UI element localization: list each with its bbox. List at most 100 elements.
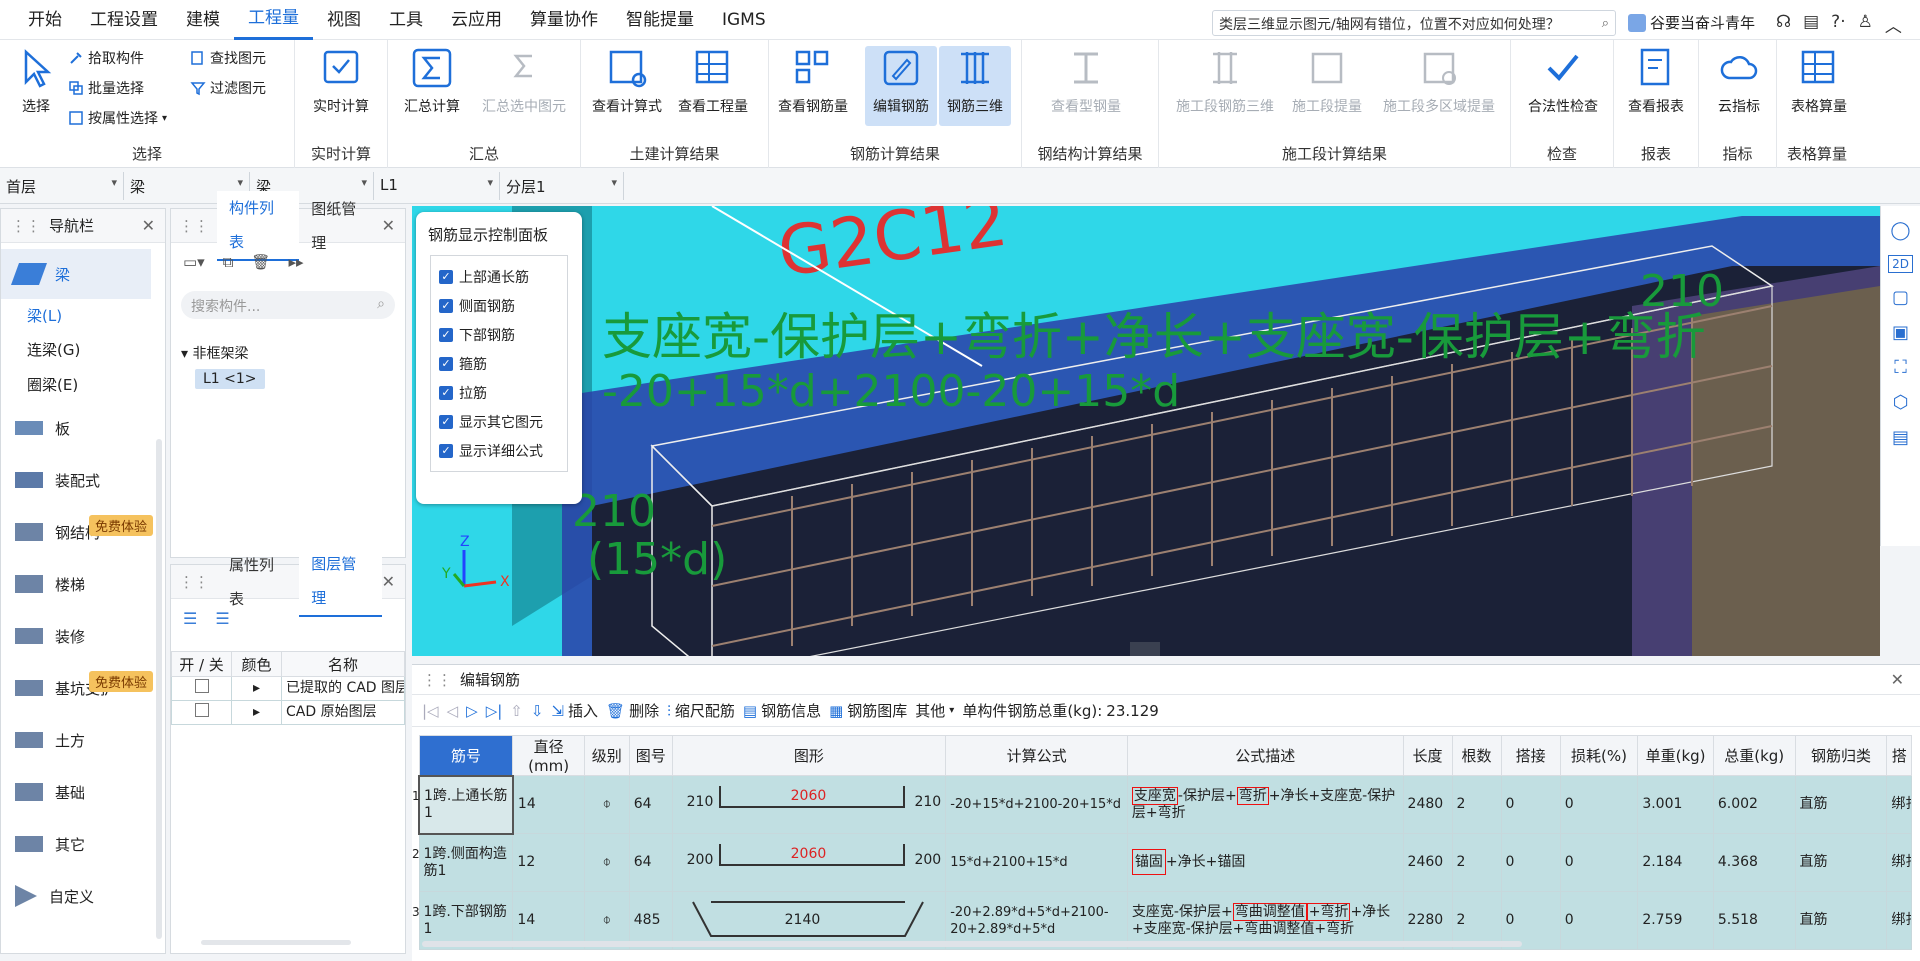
col-lap[interactable]: 搭接 [1500, 735, 1561, 776]
table-row[interactable]: 1跨.上通长筋1 14 ⌽ 64 210 2060 210 -20+15*d+2… [418, 774, 1912, 835]
menu-igms[interactable]: IGMS [708, 0, 780, 40]
close-icon[interactable]: ✕ [1891, 670, 1904, 689]
expand-icon[interactable]: ▸ [231, 700, 282, 725]
nav-item-stairs[interactable]: 楼梯 [1, 559, 151, 609]
close-icon[interactable]: ✕ [142, 216, 155, 235]
layer-scrollbar[interactable] [201, 940, 351, 945]
view-steel-button[interactable]: 查看型钢量 [1026, 46, 1146, 126]
col-formula[interactable]: 计算公式 [945, 735, 1128, 776]
menu-cloud[interactable]: 云应用 [437, 0, 516, 40]
chevron-up-icon[interactable]: ︿ [1885, 12, 1902, 37]
nav-sub-ring-beam[interactable]: 圈梁(E) [27, 374, 78, 395]
bar-category[interactable]: 直筋 [1794, 775, 1888, 834]
user-area[interactable]: 谷要当奋斗青年 [1628, 12, 1755, 33]
stage-rebar3d-button[interactable]: 施工段钢筋三维 [1169, 46, 1281, 126]
delete-icon[interactable]: 🗑 [251, 253, 270, 271]
nav-item-decoration[interactable]: 装修 [1, 611, 151, 661]
table-row[interactable]: ▸ CAD 原始图层 [171, 700, 405, 725]
more-icon[interactable]: ▸▸ [288, 253, 303, 271]
bar-count[interactable]: 2 [1451, 833, 1502, 892]
help-search-input[interactable]: 类层三维显示图元/轴网有错位，位置不对应如何处理？ ⌕ [1212, 10, 1616, 36]
tab-component-list[interactable]: 构件列表 [217, 190, 300, 261]
bar-category[interactable]: 直筋 [1794, 833, 1888, 892]
summary-selected-button[interactable]: 汇总选中图元 [472, 46, 576, 126]
layer-checkbox[interactable] [171, 700, 232, 725]
chk-detail-formula[interactable]: ✓ 显示详细公式 [439, 436, 559, 465]
find-element-button[interactable]: 查找图元 [190, 48, 266, 68]
legality-check-button[interactable]: 合法性检查 [1521, 46, 1605, 126]
view-2d-icon[interactable]: 2D [1888, 255, 1913, 273]
bar-name[interactable]: 1跨.上通长筋1 [418, 774, 514, 835]
close-icon[interactable]: ✕ [382, 572, 395, 591]
col-fig-num[interactable]: 图号 [628, 735, 673, 776]
last-icon[interactable]: ▷| [486, 702, 503, 720]
bar-unit-weight[interactable]: 3.001 [1637, 775, 1714, 834]
bar-total-weight[interactable]: 6.002 [1712, 775, 1796, 834]
prev-icon[interactable]: ◁ [447, 702, 459, 720]
rebar-library-button[interactable]: ▦ 钢筋图库 [829, 700, 907, 721]
copy-icon[interactable]: ⧉ [223, 253, 234, 271]
expand-icon[interactable]: ▸ [231, 676, 282, 701]
select-button[interactable]: 选择 [0, 46, 72, 126]
menu-smart[interactable]: 智能提量 [612, 0, 708, 40]
tree-item-l1[interactable]: L1 <1> [195, 369, 265, 389]
table-row[interactable]: ▸ 已提取的 CAD 图层 [171, 676, 405, 701]
chk-stirrup[interactable]: ✓ 箍筋 [439, 349, 559, 378]
bar-category[interactable]: 直筋 [1794, 891, 1888, 950]
bar-shape[interactable]: 210 2060 210 [671, 775, 947, 834]
chk-show-other[interactable]: ✓ 显示其它图元 [439, 407, 559, 436]
stage-multi-button[interactable]: 施工段多区域提量 [1373, 46, 1505, 126]
bar-unit-weight[interactable]: 2.759 [1637, 891, 1714, 950]
menu-start[interactable]: 开始 [14, 0, 76, 40]
nav-scrollbar[interactable] [156, 439, 162, 939]
floor-combo[interactable]: 首层 [0, 172, 124, 200]
view-rebar-button[interactable]: 查看钢筋量 [777, 46, 849, 126]
bar-formula-desc[interactable]: 支座宽 -保护层+ 弯折 +净长+支座宽-保护层+弯折 [1126, 775, 1404, 834]
menu-quantity[interactable]: 工程量 [234, 0, 313, 40]
tab-property-list[interactable]: 属性列表 [217, 548, 299, 616]
search-icon[interactable]: ⌕ [377, 296, 385, 312]
insert-button[interactable]: ⇲ 插入 [551, 700, 598, 721]
view-quantity-button[interactable]: 查看工程量 [677, 46, 749, 126]
drag-handle-icon[interactable]: ⋮⋮ [11, 217, 41, 235]
menu-tools[interactable]: 工具 [375, 0, 437, 40]
bar-grade[interactable]: ⌽ [583, 833, 630, 892]
bar-fig[interactable]: 64 [628, 775, 673, 834]
stage-quantity-button[interactable]: 施工段提量 [1287, 46, 1367, 126]
rebar-3d-button[interactable]: 钢筋三维 [939, 46, 1011, 126]
scale-rebar-button[interactable]: ⫶ 缩尺配筋 [667, 700, 735, 721]
new-component-icon[interactable]: ▭▾ [183, 253, 205, 271]
table-calc-button[interactable]: 表格算量 [1783, 46, 1855, 126]
bar-dia[interactable]: 14 [512, 775, 585, 834]
cloud-index-button[interactable]: 云指标 [1703, 46, 1775, 126]
drag-handle-icon[interactable]: ⋮⋮ [179, 217, 209, 235]
bar-length[interactable]: 2460 [1402, 833, 1453, 892]
nav-item-other[interactable]: 其它 [1, 819, 151, 869]
bar-loss[interactable]: 0 [1559, 775, 1639, 834]
nav-item-prefab[interactable]: 装配式 [1, 455, 151, 505]
chk-bottom-bar[interactable]: ✓ 下部钢筋 [439, 320, 559, 349]
delete-button[interactable]: 🗑 删除 [606, 700, 659, 721]
col-count[interactable]: 根数 [1451, 735, 1502, 776]
tree-group[interactable]: ▾ 非框架梁 [181, 343, 248, 363]
bar-formula-desc[interactable]: 锚固 +净长+锚固 [1126, 833, 1404, 892]
bar-count[interactable]: 2 [1451, 775, 1502, 834]
chk-side-bar[interactable]: ✓ 侧面钢筋 [439, 291, 559, 320]
first-icon[interactable]: |◁ [422, 702, 439, 720]
bar-lap-type[interactable]: 绑扎 [1886, 833, 1912, 892]
col-shape[interactable]: 图形 [671, 735, 947, 776]
bar-name[interactable]: 1跨.侧面构造筋1 [418, 833, 514, 892]
col-grade[interactable]: 级别 [583, 735, 630, 776]
bar-total-weight[interactable]: 5.518 [1712, 891, 1796, 950]
col-bar-num[interactable]: 筋号 [418, 735, 514, 776]
col-loss[interactable]: 损耗(%) [1559, 735, 1639, 776]
menu-project-settings[interactable]: 工程设置 [76, 0, 172, 40]
bar-formula[interactable]: 15*d+2100+15*d [945, 833, 1128, 892]
bar-lap[interactable]: 0 [1500, 833, 1561, 892]
bar-formula[interactable]: -20+15*d+2100-20+15*d [945, 775, 1128, 834]
table-hscrollbar[interactable] [422, 941, 1522, 947]
drag-handle-icon[interactable]: ⋮⋮ [179, 573, 209, 591]
move-up-icon[interactable]: ⇧ [510, 702, 523, 720]
col-diameter[interactable]: 直径(mm) [512, 735, 585, 776]
bar-loss[interactable]: 0 [1559, 833, 1639, 892]
